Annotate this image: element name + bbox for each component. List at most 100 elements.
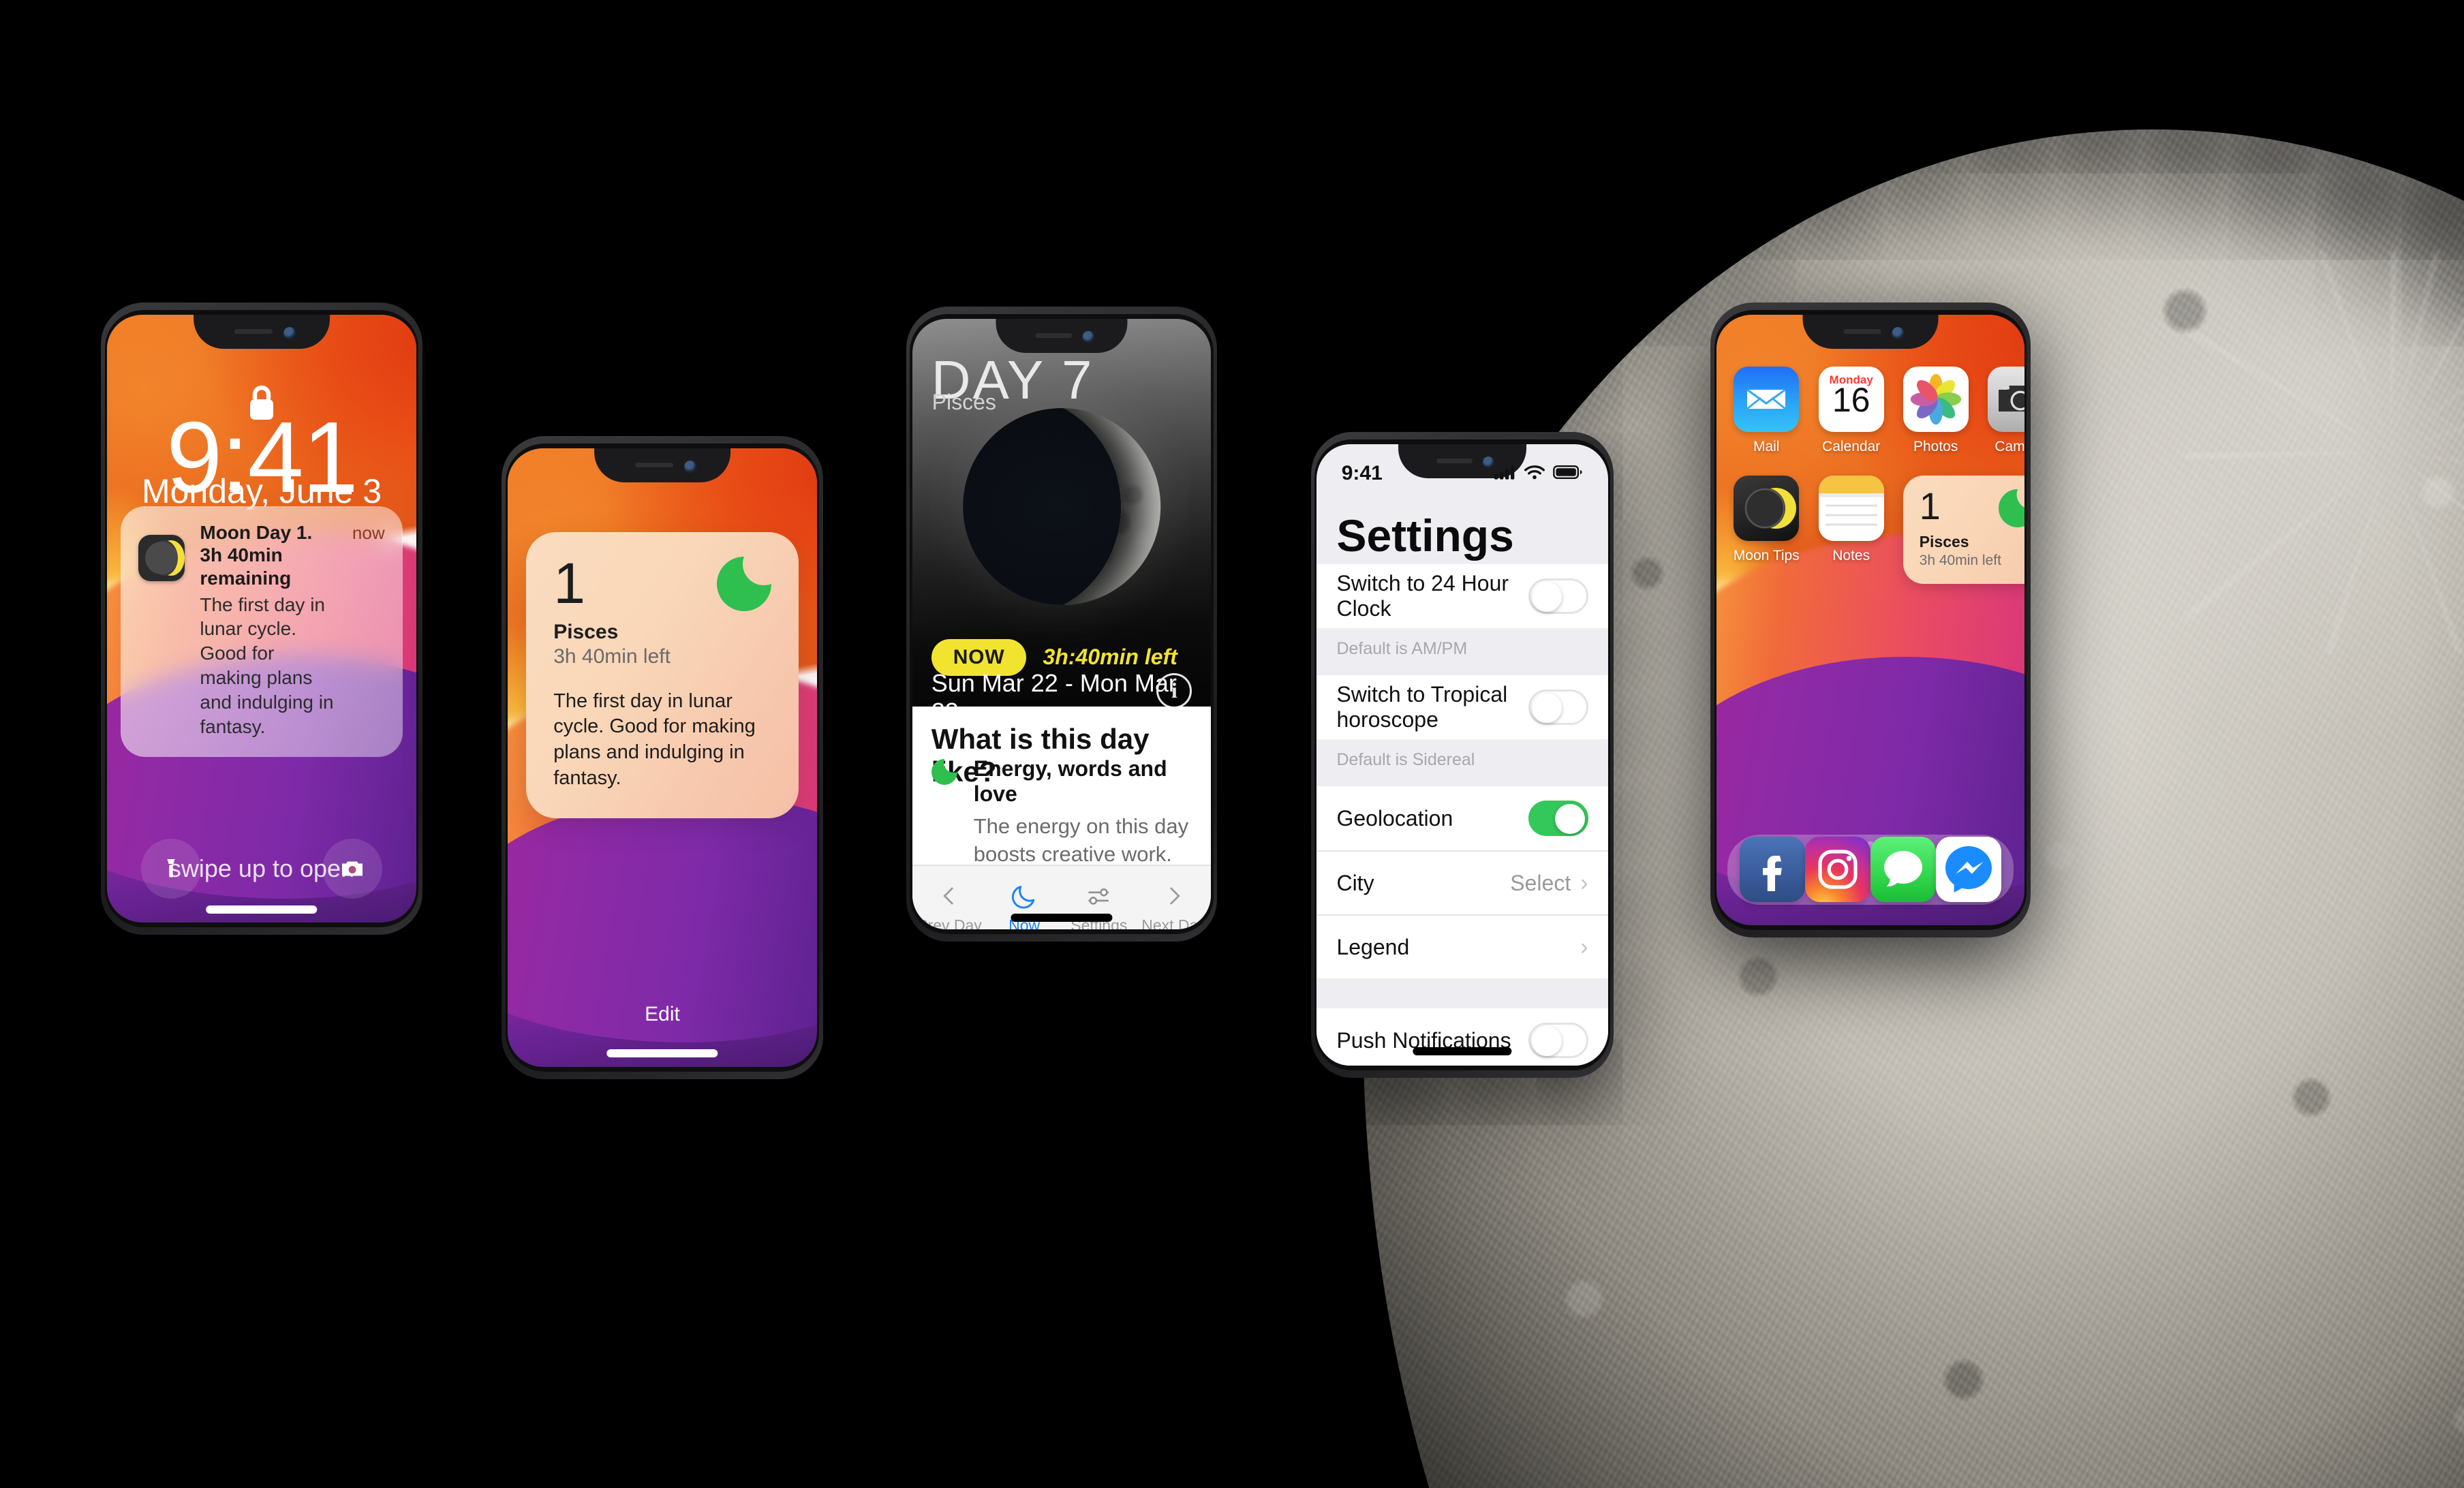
app-moon-tips[interactable]: Moon Tips xyxy=(1733,475,1800,584)
lock-date: Monday, June 3 xyxy=(141,471,382,510)
edit-button[interactable]: Edit xyxy=(508,1003,817,1026)
row-label: Legend xyxy=(1336,934,1410,959)
lock-screen: 9:41 Monday, June 3 Moon Day 1. 3h 40min… xyxy=(106,314,417,923)
toggle-push-notifications[interactable] xyxy=(1528,1023,1588,1059)
widget-sign: Pisces xyxy=(1919,532,1969,551)
instagram-icon[interactable] xyxy=(1804,837,1870,903)
chevron-right-icon: › xyxy=(1580,869,1588,896)
earpiece-speaker xyxy=(1843,328,1881,334)
photos-icon xyxy=(1903,366,1969,432)
home-indicator xyxy=(206,905,318,914)
widget-day-number: 1 xyxy=(553,551,585,615)
moon-widget-card[interactable]: 1 Pisces 3h 40min left xyxy=(1903,475,2025,584)
wifi-icon xyxy=(1524,462,1545,485)
app-mail[interactable]: Mail xyxy=(1734,366,1800,455)
toggle-geolocation[interactable] xyxy=(1528,801,1588,837)
facebook-icon[interactable] xyxy=(1739,837,1805,903)
app-calendar[interactable]: Monday 16 Calendar xyxy=(1818,366,1884,455)
app-camera[interactable]: Camera xyxy=(1987,366,2025,455)
chevron-left-icon xyxy=(912,878,987,914)
dock xyxy=(1727,834,2014,905)
front-camera-icon xyxy=(683,460,696,473)
section-gap xyxy=(1316,978,1608,1009)
tab-prev-day[interactable]: Prev Day xyxy=(912,878,987,929)
tab-next-day[interactable]: Next Day xyxy=(1137,878,1212,929)
camera-icon xyxy=(1987,366,2025,432)
tab-label: Next Day xyxy=(1141,916,1206,930)
row-footer: Default is AM/PM xyxy=(1316,628,1608,676)
app-label: Mail xyxy=(1753,438,1780,454)
row-label: Switch to 24 Hour Clock xyxy=(1336,571,1509,621)
app-label: Notes xyxy=(1832,547,1870,563)
settings-list: Switch to 24 Hour Clock Default is AM/PM… xyxy=(1316,564,1608,1066)
battery-icon xyxy=(1553,462,1583,485)
phone-app-screen: DAY 7 Pisces NOW 3h:40min left Sun Mar 2… xyxy=(906,307,1217,942)
status-bar: 9:41 xyxy=(1316,444,1607,489)
tab-settings[interactable]: Settings xyxy=(1062,878,1137,929)
earpiece-speaker xyxy=(1035,332,1073,338)
notification-body: The first day in lunar cycle. Good for m… xyxy=(200,593,334,737)
settings-row-city[interactable]: City Select › xyxy=(1316,850,1608,915)
widget-time-left: 3h 40min left xyxy=(1919,552,2001,568)
widget-sign: Pisces xyxy=(553,620,619,643)
notch xyxy=(996,318,1128,353)
messages-icon[interactable] xyxy=(1870,837,1937,903)
cellular-bars-icon xyxy=(1494,462,1516,485)
app-label: Photos xyxy=(1913,438,1958,454)
tab-now[interactable]: Now xyxy=(987,878,1062,929)
phone-settings-screen: 9:41 Settings Switch to 24 Hour Clock De… xyxy=(1311,432,1614,1078)
app-screen: DAY 7 Pisces NOW 3h:40min left Sun Mar 2… xyxy=(912,318,1212,930)
notification-title: Moon Day 1. 3h 40min remaining xyxy=(200,521,313,589)
phone-home-screen: Mail Monday 16 Calendar Photos Cam Moon … xyxy=(1710,303,2031,937)
crescent-moon-icon xyxy=(1998,489,2025,533)
camera-icon[interactable] xyxy=(322,839,383,899)
settings-row-geolocation[interactable]: Geolocation xyxy=(1316,786,1608,851)
calendar-day: 16 xyxy=(1832,380,1870,419)
scene-canvas: 9:41 Monday, June 3 Moon Day 1. 3h 40min… xyxy=(0,0,2464,1488)
app-label: Calendar xyxy=(1822,438,1881,454)
front-camera-icon xyxy=(283,326,296,339)
toggle-tropical-horoscope[interactable] xyxy=(1528,689,1588,726)
app-label: Moon Tips xyxy=(1733,547,1800,563)
chevron-right-icon xyxy=(1137,878,1212,914)
row-label: Geolocation xyxy=(1336,805,1453,831)
moon-widget-card[interactable]: 1 Pisces 3h 40min left The first day in … xyxy=(526,531,799,819)
settings-row-push[interactable]: Push Notifications xyxy=(1316,1008,1608,1066)
time-left: 3h:40min left xyxy=(1043,645,1177,670)
widget-screen: 1 Pisces 3h 40min left The first day in … xyxy=(507,448,818,1068)
row-label: Switch to Tropical horoscope xyxy=(1336,682,1508,732)
front-camera-icon xyxy=(1082,330,1095,343)
widget-description: The first day in lunar cycle. Good for m… xyxy=(553,689,756,789)
calendar-icon: Monday 16 xyxy=(1818,366,1884,432)
widget-day-number: 1 xyxy=(1919,484,1941,527)
widget-time-left: 3h 40min left xyxy=(553,645,671,668)
lock-bottom-bar: swipe up to open xyxy=(107,839,416,899)
notch xyxy=(594,448,730,482)
item-heading: Energy, words and love xyxy=(973,756,1167,806)
notch xyxy=(1802,314,1939,349)
flashlight-icon[interactable] xyxy=(140,839,201,899)
home-indicator xyxy=(1413,1047,1512,1056)
moon-tips-app-icon xyxy=(1734,475,1800,541)
phone-widget-screen: 1 Pisces 3h 40min left The first day in … xyxy=(502,436,823,1079)
app-label: Camera xyxy=(1995,438,2025,454)
messenger-icon[interactable] xyxy=(1936,837,2002,903)
crescent-moon-icon xyxy=(931,758,957,785)
toggle-24-hour-clock[interactable] xyxy=(1528,578,1588,615)
settings-row-24hour[interactable]: Switch to 24 Hour Clock xyxy=(1316,564,1608,629)
settings-row-legend[interactable]: Legend › xyxy=(1316,914,1608,979)
app-notes[interactable]: Notes xyxy=(1818,475,1884,584)
notes-icon xyxy=(1818,475,1884,541)
app-photos[interactable]: Photos xyxy=(1903,366,1969,455)
info-circle-icon[interactable]: i xyxy=(1156,672,1192,709)
earpiece-speaker xyxy=(635,462,673,467)
row-label: City xyxy=(1336,870,1374,895)
settings-row-tropical[interactable]: Switch to Tropical horoscope xyxy=(1316,675,1608,740)
chevron-right-icon: › xyxy=(1580,933,1588,960)
status-time: 9:41 xyxy=(1341,461,1383,484)
moon-phase-image xyxy=(963,407,1160,606)
front-camera-icon xyxy=(1892,326,1905,339)
page-title: Settings xyxy=(1336,510,1514,561)
moon-crater-rays xyxy=(2185,250,2464,654)
notification-banner[interactable]: Moon Day 1. 3h 40min remaining The first… xyxy=(121,506,403,757)
